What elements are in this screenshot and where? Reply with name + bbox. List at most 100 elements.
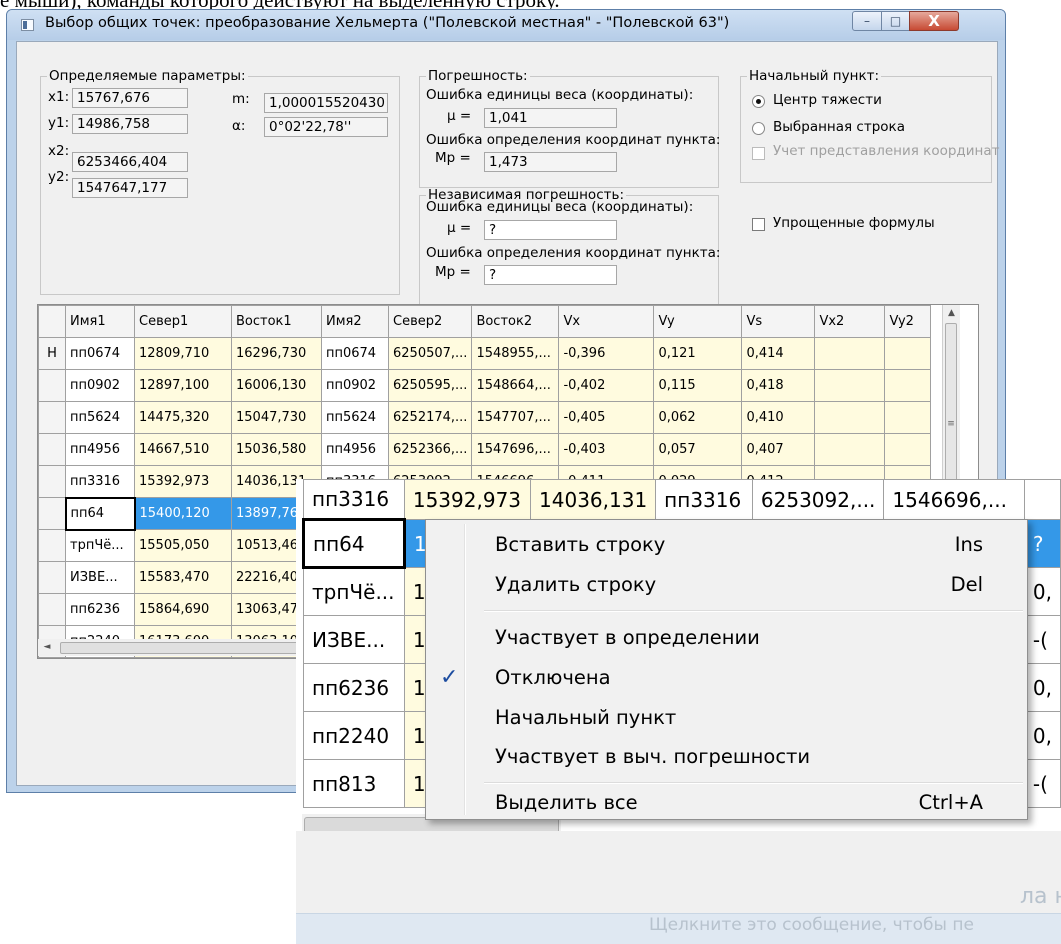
col-header-vy2[interactable]: Vy2 [884, 305, 932, 338]
table-cell[interactable]: 15392,973 [134, 465, 232, 498]
table-cell[interactable] [884, 369, 932, 402]
zoom-cell[interactable]: трпЧё... [303, 567, 405, 616]
zoom-cell[interactable]: пп64 [302, 518, 406, 569]
menu-item-participates-error[interactable]: Участвует в выч. погрешности [426, 738, 1027, 776]
col-header-north1[interactable]: Север1 [134, 305, 232, 338]
table-cell[interactable]: 12897,100 [134, 369, 232, 402]
maximize-button[interactable]: □ [881, 11, 910, 31]
table-cell[interactable]: 15047,730 [231, 401, 322, 434]
zoom-row[interactable]: пп3316 15392,973 14036,131 пп3316 6253092,..… [303, 479, 1061, 520]
table-cell[interactable]: -0,403 [558, 433, 655, 466]
row-header-cell[interactable] [38, 561, 66, 594]
indep-mp-field[interactable]: ? [484, 265, 617, 285]
hscroll-thumb[interactable] [60, 642, 305, 654]
menu-item-select-all[interactable]: Выделить все Ctrl+A [426, 784, 1027, 822]
table-cell[interactable]: 0,121 [653, 337, 743, 370]
table-cell[interactable]: 6252174,... [387, 401, 473, 434]
table-cell[interactable]: трпЧё... [65, 529, 135, 562]
row-header-cell[interactable] [38, 465, 66, 498]
col-header-east1[interactable]: Восток1 [231, 305, 322, 338]
table-cell[interactable]: 15036,580 [231, 433, 322, 466]
zoom-cell[interactable]: 0, [1023, 711, 1061, 760]
row-header-cell[interactable] [38, 529, 66, 562]
table-cell[interactable] [884, 401, 932, 434]
alpha-field[interactable]: 0°02'22,78'' [264, 117, 388, 137]
table-cell[interactable]: пп5624 [65, 401, 135, 434]
table-cell[interactable]: пп0674 [65, 337, 135, 370]
table-cell[interactable]: 1548664,... [471, 369, 560, 402]
table-cell[interactable]: пп0902 [65, 369, 135, 402]
table-cell[interactable]: 6250595,... [387, 369, 473, 402]
y2-field[interactable]: 1547647,177 [72, 178, 188, 198]
zoom-cell[interactable]: ? [1023, 519, 1061, 568]
zoom-cell[interactable]: 6253092,... [751, 479, 885, 520]
row-header-cell[interactable] [38, 593, 66, 626]
table-cell[interactable]: 15505,050 [134, 529, 232, 562]
table-cell[interactable] [814, 337, 886, 370]
row-header-cell[interactable]: H [38, 337, 66, 370]
scroll-up-icon[interactable]: ▲ [943, 305, 960, 322]
table-cell[interactable]: 14667,510 [134, 433, 232, 466]
zoom-cell[interactable]: пп3316 [303, 479, 405, 520]
table-cell[interactable]: -0,396 [558, 337, 655, 370]
table-row[interactable]: пп0902 12897,100 16006,130 пп0902 6250595,..… [38, 369, 932, 402]
table-cell[interactable]: 0,115 [653, 369, 743, 402]
menu-item-start-point[interactable]: Начальный пункт [426, 699, 1027, 737]
table-cell[interactable]: пп813 [65, 657, 135, 658]
table-cell[interactable] [814, 401, 886, 434]
table-cell[interactable]: -0,402 [558, 369, 655, 402]
x2-field[interactable]: 6253466,404 [72, 152, 188, 172]
col-header-name1[interactable]: Имя1 [65, 305, 135, 338]
zoom-cell[interactable]: 14036,131 [530, 479, 657, 520]
table-cell[interactable]: 16006,130 [231, 369, 322, 402]
table-cell[interactable]: 12809,710 [134, 337, 232, 370]
zoom-cell[interactable]: 1546696,... [883, 479, 1025, 520]
col-header-east2[interactable]: Восток2 [471, 305, 560, 338]
zoom-notification-text[interactable]: Щелкните это сообщение, чтобы пе [649, 915, 974, 935]
table-cell[interactable]: 1548955,... [471, 337, 560, 370]
error-mu-field[interactable]: 1,041 [484, 108, 617, 128]
table-cell[interactable]: 6252366,... [387, 433, 473, 466]
table-cell[interactable]: 15400,120 [134, 497, 232, 530]
menu-item-disabled[interactable]: ✓ Отключена [426, 659, 1027, 697]
menu-item-participates[interactable]: Участвует в определении [426, 619, 1027, 657]
table-cell[interactable]: пп3316 [65, 465, 135, 498]
table-cell[interactable]: 16296,730 [231, 337, 322, 370]
grid-horizontal-scrollbar[interactable]: ◄ [38, 639, 308, 656]
table-cell[interactable]: 1547696,... [471, 433, 560, 466]
table-cell[interactable]: 0,057 [653, 433, 743, 466]
table-cell[interactable] [814, 369, 886, 402]
row-header-cell[interactable] [38, 497, 66, 530]
table-cell[interactable]: пп6236 [65, 593, 135, 626]
table-row[interactable]: пп4956 14667,510 15036,580 пп4956 6252366,..… [38, 433, 932, 466]
table-cell[interactable]: 0,414 [741, 337, 816, 370]
table-cell[interactable]: 0,407 [741, 433, 816, 466]
table-cell[interactable]: пп0674 [321, 337, 389, 370]
table-cell[interactable]: 6250507,... [387, 337, 473, 370]
row-header-cell[interactable] [38, 401, 66, 434]
simplified-label[interactable]: Упрощенные формулы [773, 215, 935, 231]
col-header-vy[interactable]: Vy [653, 305, 743, 338]
y1-field[interactable]: 14986,758 [72, 114, 188, 134]
table-row[interactable]: пп5624 14475,320 15047,730 пп5624 6252174,..… [38, 401, 932, 434]
title-bar[interactable]: Выбор общих точек: преобразование Хельме… [7, 10, 1005, 40]
col-header-vx2[interactable]: Vx2 [814, 305, 886, 338]
radio-center[interactable] [752, 95, 765, 108]
table-cell[interactable]: 16262,290 [134, 657, 232, 658]
zoom-cell[interactable]: 0, [1023, 567, 1061, 616]
row-header-cell[interactable] [38, 657, 66, 658]
radio-selected-row-label[interactable]: Выбранная строка [773, 119, 905, 135]
zoom-cell[interactable]: пп813 [303, 759, 405, 808]
row-header-cell[interactable] [38, 433, 66, 466]
x1-field[interactable]: 15767,676 [72, 88, 188, 108]
zoom-cell[interactable]: пп3316 [655, 479, 753, 520]
table-cell[interactable]: -0,405 [558, 401, 655, 434]
col-header-north2[interactable]: Север2 [387, 305, 473, 338]
table-cell[interactable]: пп5624 [321, 401, 389, 434]
zoom-cell[interactable]: пп2240 [303, 711, 405, 760]
minimize-button[interactable]: – [852, 11, 882, 31]
table-cell[interactable]: 15864,690 [134, 593, 232, 626]
radio-selected-row[interactable] [752, 122, 765, 135]
zoom-cell[interactable]: 15392,973 [403, 479, 532, 520]
zoom-cell[interactable]: -( [1023, 759, 1061, 808]
